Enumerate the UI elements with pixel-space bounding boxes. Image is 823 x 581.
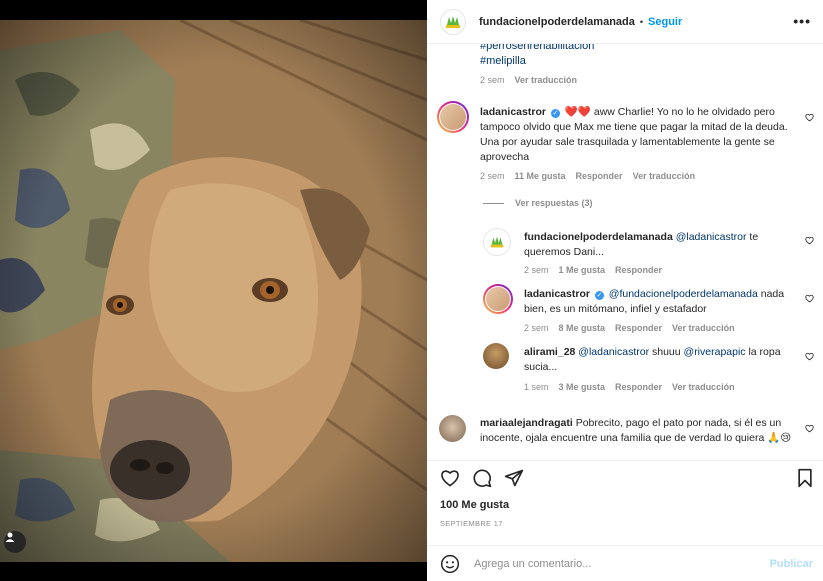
comment-body: fundacionelpoderdelamanada @ladanicastro… [524,230,798,260]
emoji-icon[interactable] [440,554,460,574]
comment-text-part: shuuu [652,346,681,358]
caption-hashtag[interactable]: #melipilla [480,55,526,67]
reply-button[interactable]: Responder [615,323,662,333]
comment-time[interactable]: 2 sem [524,323,549,333]
post-photo[interactable] [0,20,427,562]
more-options-icon[interactable]: ••• [793,13,811,29]
post-header: fundacionelpoderdelamanada • Seguir ••• [427,0,823,44]
bookmark-icon[interactable] [796,468,814,488]
comment-time[interactable]: 2 sem [524,265,549,275]
avatar[interactable] [439,415,466,442]
replies-divider [483,203,504,204]
user-icon [5,532,15,542]
comment-likes[interactable]: 11 Me gusta [515,171,566,181]
avatar[interactable] [437,101,469,133]
comment-time[interactable]: 2 sem [480,171,505,181]
follow-button[interactable]: Seguir [648,16,682,28]
like-heart-icon[interactable] [440,468,460,488]
brand-logo-icon [446,15,460,28]
share-icon[interactable] [504,468,524,488]
reply-button[interactable]: Responder [615,265,662,275]
view-replies-button[interactable]: Ver respuestas (3) [515,198,593,208]
comment-username[interactable]: fundacionelpoderdelamanada [524,231,673,243]
post-photo-frame [0,0,427,581]
author-avatar[interactable] [440,8,466,35]
verified-badge-icon: ✓ [550,109,560,118]
comment-hearts: ❤️❤️ [564,106,591,118]
likes-count[interactable]: 100 Me gusta [440,499,509,511]
comment-username[interactable]: ladanicastror [524,288,590,300]
comment-meta: 1 sem 3 Me gusta Responder Ver traducció… [524,382,735,392]
tagged-users-button[interactable] [4,531,26,553]
like-comment-heart-icon[interactable] [805,113,814,122]
comment-mention[interactable]: @fundacionelpoderdelamanada [609,288,758,300]
comment-meta: 2 sem 1 Me gusta Responder [524,265,662,275]
translate-button[interactable]: Ver traducción [672,382,735,392]
avatar[interactable] [483,284,513,314]
reply-button[interactable]: Responder [615,382,662,392]
comment-body: ladanicastror ✓ ❤️❤️ aww Charlie! Yo no … [480,105,795,165]
comment-username[interactable]: ladanicastror [480,106,546,118]
like-comment-heart-icon[interactable] [805,294,814,303]
comment-mention[interactable]: @ladanicastror [676,231,747,243]
comment-body: alirami_28 @ladanicastror shuuu @riverap… [524,345,796,375]
verified-badge-icon: ✓ [594,291,604,300]
post-details-panel: fundacionelpoderdelamanada • Seguir ••• … [427,0,823,581]
comments-list[interactable]: #perrosenrehabilitacion #melipilla 2 sem… [427,44,823,460]
comment-body: ladanicastror ✓ @fundacionelpoderdelaman… [524,287,796,317]
post-date[interactable]: SEPTIEMBRE 17 [440,519,503,528]
translate-button[interactable]: Ver traducción [633,171,696,181]
comment-username[interactable]: alirami_28 [524,346,575,358]
comment-time[interactable]: 1 sem [524,382,549,392]
comment-likes[interactable]: 1 Me gusta [559,265,606,275]
avatar[interactable] [483,343,509,369]
comment-body: mariaalejandragati Pobrecito, pago el pa… [480,416,795,446]
like-comment-heart-icon[interactable] [805,352,814,361]
caption-translate[interactable]: Ver traducción [515,75,578,85]
brand-logo-icon [490,236,504,248]
comment-composer: Publicar [427,545,823,581]
comment-icon[interactable] [472,468,492,488]
avatar[interactable] [483,228,511,256]
comment-likes[interactable]: 8 Me gusta [559,323,606,333]
dog-photo-illustration [0,20,427,562]
header-separator: • [639,16,644,27]
comment-mention[interactable]: @ladanicastror [578,346,649,358]
comment-meta: 2 sem 11 Me gusta Responder Ver traducci… [480,171,695,181]
like-comment-heart-icon[interactable] [805,424,814,433]
comment-mention[interactable]: @riverapapic [684,346,746,358]
translate-button[interactable]: Ver traducción [672,323,735,333]
caption-time[interactable]: 2 sem [480,75,505,85]
reply-button[interactable]: Responder [576,171,623,181]
comment-username[interactable]: mariaalejandragati [480,417,573,429]
like-comment-heart-icon[interactable] [805,236,814,245]
publish-button[interactable]: Publicar [770,558,813,570]
author-username[interactable]: fundacionelpoderdelamanada [479,16,635,28]
comment-meta: 2 sem 8 Me gusta Responder Ver traducció… [524,323,735,333]
caption-meta: 2 sem Ver traducción [480,75,577,85]
caption-hashtag[interactable]: #perrosenrehabilitacion [480,44,594,52]
comment-likes[interactable]: 3 Me gusta [559,382,606,392]
post-actions: 100 Me gusta SEPTIEMBRE 17 [427,460,823,538]
comment-input[interactable] [474,557,764,570]
